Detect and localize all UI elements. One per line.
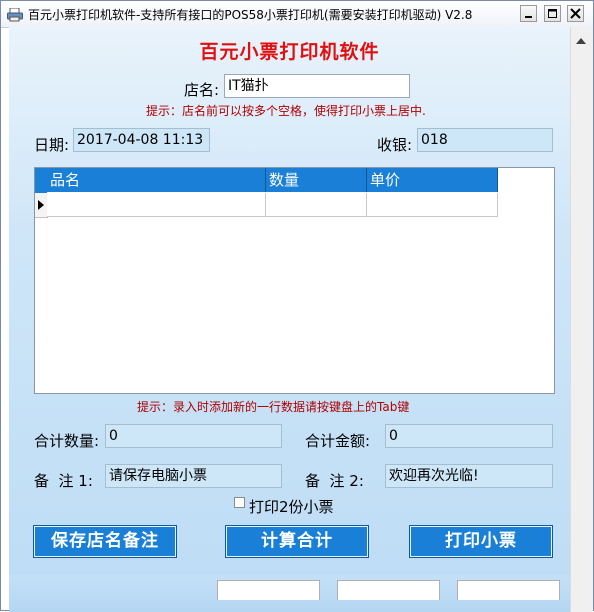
page-title: 百元小票打印机软件 — [199, 41, 380, 63]
store-name-hint: 提示：店名前可以按多个空格，使得打印小票上居中. — [146, 104, 426, 118]
note1-input[interactable]: 请保存电脑小票 — [105, 464, 282, 488]
total-amount-label: 合计金额: — [305, 432, 371, 450]
grid-cell-qty[interactable] — [266, 193, 367, 217]
note1-label: 备 注 1: — [34, 472, 93, 490]
row-marker-icon — [35, 200, 47, 221]
close-button[interactable] — [567, 5, 584, 22]
window-title: 百元小票打印机软件-支持所有接口的POS58小票打印机(需要安装打印机驱动) V… — [28, 8, 473, 22]
total-qty-label: 合计数量: — [34, 432, 100, 450]
cashier-label: 收银: — [377, 136, 413, 154]
save-store-note-button[interactable]: 保存店名备注 — [33, 525, 177, 558]
grid-hint: 提示：录入时添加新的一行数据请按键盘上的Tab键 — [137, 400, 410, 414]
total-qty-field[interactable]: 0 — [105, 424, 282, 448]
total-amount-field[interactable]: 0 — [385, 424, 553, 448]
footer-button-1[interactable] — [217, 580, 320, 600]
cashier-field[interactable]: 018 — [417, 128, 553, 152]
date-label: 日期: — [34, 136, 70, 154]
grid-header-qty[interactable]: 数量 — [266, 168, 367, 192]
grid-header-price[interactable]: 单价 — [367, 168, 498, 192]
store-name-input[interactable]: IT猫扑 — [224, 74, 410, 98]
date-field[interactable]: 2017-04-08 11:13 — [73, 128, 210, 152]
grid-header-name[interactable]: 品名 — [47, 168, 266, 192]
print-twice-checkbox[interactable] — [234, 497, 245, 508]
minimize-button[interactable] — [520, 5, 537, 22]
main-panel: 百元小票打印机软件 店名: IT猫扑 提示：店名前可以按多个空格，使得打印小票上… — [9, 27, 570, 612]
vertical-scrollbar[interactable] — [570, 27, 593, 612]
printer-icon — [7, 7, 23, 22]
calculate-total-button[interactable]: 计算合计 — [225, 525, 369, 558]
print-receipt-button[interactable]: 打印小票 — [409, 525, 553, 558]
grid-cell-name[interactable] — [47, 193, 266, 217]
items-grid[interactable]: 品名 数量 单价 — [34, 167, 555, 394]
app-window: 百元小票打印机软件-支持所有接口的POS58小票打印机(需要安装打印机驱动) V… — [0, 0, 594, 612]
title-bar[interactable]: 百元小票打印机软件-支持所有接口的POS58小票打印机(需要安装打印机驱动) V… — [1, 1, 593, 28]
scroll-up-arrow-icon[interactable] — [574, 31, 588, 50]
footer-button-2[interactable] — [337, 580, 440, 600]
print-twice-label[interactable]: 打印2份小票 — [249, 496, 334, 517]
store-name-label: 店名: — [184, 81, 220, 99]
note2-label: 备 注 2: — [305, 472, 364, 490]
footer-button-3[interactable] — [457, 580, 560, 600]
grid-cell-price[interactable] — [367, 193, 498, 217]
maximize-button[interactable] — [544, 5, 561, 22]
note2-input[interactable]: 欢迎再次光临! — [385, 464, 553, 488]
